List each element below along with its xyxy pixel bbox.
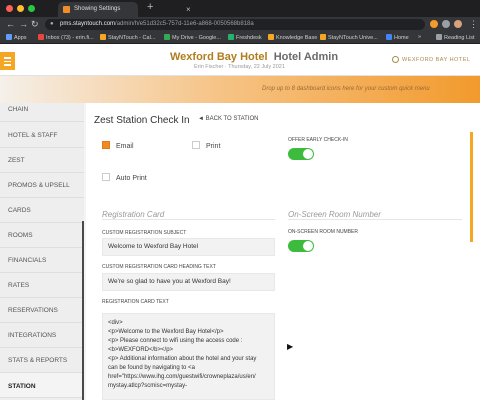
reading-list[interactable]: Reading List xyxy=(436,34,475,41)
page-title: Zest Station Check In xyxy=(94,115,190,126)
email-checkbox[interactable] xyxy=(102,141,110,149)
registration-card-heading: Registration Card xyxy=(102,210,275,220)
auto-print-label: Auto Print xyxy=(116,175,147,182)
registration-card-text-area[interactable]: <div> <p>Welcome to the Wexford Bay Hote… xyxy=(102,313,275,400)
onscreen-room-number-heading: On-Screen Room Number xyxy=(288,210,462,220)
email-option[interactable]: Email xyxy=(102,141,134,150)
auto-print-option[interactable]: Auto Print xyxy=(102,173,147,182)
back-to-station-link[interactable]: ◄ BACK TO STATION xyxy=(198,116,259,122)
bookmark-home[interactable]: Home xyxy=(386,34,409,41)
sidebar-item-promos-upsell[interactable]: PROMOS & UPSELL xyxy=(0,173,84,198)
puzzle-extensions-icon[interactable] xyxy=(442,20,450,28)
sidebar-item-reservations[interactable]: RESERVATIONS xyxy=(0,298,84,323)
url-path: /admin/h/e51d32c5-757d-11e6-a868-0050568… xyxy=(115,21,254,27)
profile-avatar-icon[interactable] xyxy=(454,20,462,28)
home-icon xyxy=(386,34,392,40)
sidebar-item-cards[interactable]: CARDS xyxy=(0,198,84,223)
app-header: Wexford Bay Hotel Hotel Admin Erin Fisch… xyxy=(0,44,480,76)
gmail-icon xyxy=(38,34,44,40)
browser-toolbar: ← → ↻ ● pms.stayntouch.com/admin/h/e51d3… xyxy=(0,17,480,32)
auto-print-checkbox[interactable] xyxy=(102,173,110,181)
bookmark-knowledge-base[interactable]: Knowledge Base xyxy=(268,34,317,41)
freshdesk-icon xyxy=(228,34,234,40)
stayntouch-icon xyxy=(100,34,106,40)
sidebar-scrollbar[interactable] xyxy=(82,221,84,400)
close-window-icon[interactable] xyxy=(6,5,13,12)
bookmark-drive[interactable]: My Drive - Google... xyxy=(164,34,221,41)
email-label: Email xyxy=(116,143,134,150)
drop-zone-text: Drop up to 8 dashboard icons here for yo… xyxy=(262,86,430,92)
sidebar-item-hotel-staff[interactable]: HOTEL & STAFF xyxy=(0,123,84,148)
mouse-cursor-icon: ▶ xyxy=(287,342,294,351)
reading-list-icon xyxy=(436,34,442,40)
folder-icon xyxy=(268,34,274,40)
hotel-name: Wexford Bay Hotel xyxy=(170,51,268,63)
sidebar-item-chain[interactable]: CHAIN xyxy=(0,103,84,122)
extension-icon[interactable] xyxy=(430,20,438,28)
browser-tab-bar: Showing Settings × + xyxy=(0,0,480,17)
hotel-crest-icon xyxy=(392,56,399,63)
maximize-window-icon[interactable] xyxy=(28,5,35,12)
registration-card-text-label: REGISTRATION CARD TEXT xyxy=(102,299,169,305)
bookmarks-bar: Apps Inbox (73) - erin.fi... StayNTouch … xyxy=(0,32,480,44)
tab-favicon-icon xyxy=(63,6,70,13)
print-option[interactable]: Print xyxy=(192,141,220,150)
lock-icon: ● xyxy=(50,21,54,27)
onscreen-room-number-label: ON-SCREEN ROOM NUMBER xyxy=(288,229,359,235)
print-label: Print xyxy=(206,143,221,150)
onscreen-room-number-toggle[interactable] xyxy=(288,240,314,252)
main-content: Zest Station Check In ◄ BACK TO STATION … xyxy=(86,103,480,400)
sidebar-item-station[interactable]: STATION xyxy=(0,373,84,398)
registration-subject-label: CUSTOM REGISTRATION SUBJECT xyxy=(102,230,187,236)
forward-arrow-icon[interactable]: → xyxy=(19,19,28,29)
sidebar-item-financials[interactable]: FINANCIALS xyxy=(0,248,84,273)
hotel-logo: WEXFORD BAY HOTEL xyxy=(392,56,471,63)
new-tab-icon[interactable]: + xyxy=(147,1,153,13)
url-host: pms.stayntouch.com xyxy=(60,21,116,27)
bookmark-calendar[interactable]: StayNTouch - Cal... xyxy=(100,34,155,41)
main-scrollbar[interactable] xyxy=(470,132,473,242)
registration-subject-input[interactable]: Welcome to Wexford Bay Hotel xyxy=(102,238,275,256)
bookmark-freshdesk[interactable]: Freshdesk xyxy=(228,34,262,41)
browser-tab[interactable]: Showing Settings × xyxy=(58,2,191,17)
admin-sidebar: CHAIN HOTEL & STAFF ZEST PROMOS & UPSELL… xyxy=(0,103,84,400)
quick-menu-drop-zone[interactable]: Drop up to 8 dashboard icons here for yo… xyxy=(0,76,480,103)
offer-early-checkin-toggle[interactable] xyxy=(288,148,314,160)
offer-early-checkin-label: OFFER EARLY CHECK-IN xyxy=(288,137,348,143)
tab-title: Showing Settings xyxy=(74,6,121,12)
tab-close-icon[interactable]: × xyxy=(186,5,191,14)
card-heading-text-input[interactable]: We're so glad to have you at Wexford Bay… xyxy=(102,273,275,291)
browser-menu-icon[interactable]: ⋮ xyxy=(469,19,478,30)
page-header-title: Wexford Bay Hotel Hotel Admin xyxy=(170,51,338,63)
sidebar-item-rates[interactable]: RATES xyxy=(0,273,84,298)
print-checkbox[interactable] xyxy=(192,141,200,149)
sidebar-item-integrations[interactable]: INTEGRATIONS xyxy=(0,323,84,348)
minimize-window-icon[interactable] xyxy=(17,5,24,12)
stayntouch-icon xyxy=(320,34,326,40)
drive-icon xyxy=(164,34,170,40)
back-arrow-icon[interactable]: ← xyxy=(6,19,15,29)
hamburger-menu-icon[interactable] xyxy=(0,52,15,70)
bookmark-apps[interactable]: Apps xyxy=(6,34,27,41)
admin-label: Hotel Admin xyxy=(273,51,339,63)
sidebar-item-rooms[interactable]: ROOMS xyxy=(0,223,84,248)
apps-grid-icon xyxy=(6,34,12,40)
sidebar-item-zest[interactable]: ZEST xyxy=(0,148,84,173)
user-date-subtitle: Erin Fischer · Thursday, 22 July 2021 xyxy=(194,64,285,70)
address-bar[interactable]: ● pms.stayntouch.com/admin/h/e51d32c5-75… xyxy=(45,19,425,30)
bookmark-inbox[interactable]: Inbox (73) - erin.fi... xyxy=(38,34,94,41)
reload-icon[interactable]: ↻ xyxy=(31,19,39,30)
sidebar-item-stats-reports[interactable]: STATS & REPORTS xyxy=(0,348,84,373)
bookmarks-overflow[interactable]: » xyxy=(418,34,421,40)
bookmark-university[interactable]: StayNTouch Unive... xyxy=(320,34,378,41)
card-heading-text-label: CUSTOM REGISTRATION CARD HEADING TEXT xyxy=(102,264,216,270)
